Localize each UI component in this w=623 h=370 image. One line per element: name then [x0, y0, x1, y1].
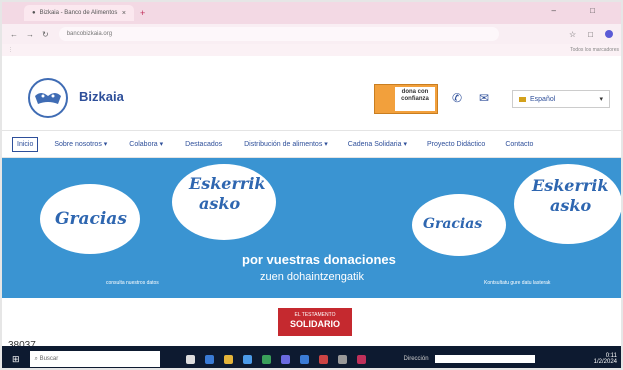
app-icon[interactable]	[204, 354, 214, 364]
nav-item-distribucion[interactable]: Distribución de alimentos ▾	[244, 140, 328, 148]
taskbar-address-label: Dirección	[403, 356, 429, 362]
windows-taskbar: ⊞ ⌕ Buscar Dirección 0:11 1/2/2024	[2, 346, 621, 368]
gracias-right-text: Gracias	[423, 216, 483, 232]
gracias-left-text: Gracias	[55, 209, 127, 229]
banner-small-right[interactable]: Kontsultatu gure datu lasterak	[484, 280, 550, 286]
app-icon[interactable]	[280, 354, 290, 364]
dohaintzengatik-text: zuen dohaintzengatik	[260, 271, 364, 283]
app-icon[interactable]	[242, 354, 252, 364]
nav-item-inicio[interactable]: Inicio	[12, 136, 39, 152]
apps-icon[interactable]: ⋮	[8, 47, 13, 53]
nav-item-proyecto-didactico[interactable]: Proyecto Didáctico	[427, 141, 485, 148]
phone-icon[interactable]: ✆	[452, 91, 462, 105]
dona-line1: dona con	[401, 89, 429, 95]
donaciones-text: por vuestras donaciones	[242, 252, 396, 267]
mail-icon[interactable]: ✉	[479, 91, 489, 105]
language-select[interactable]: Español ▾	[512, 90, 610, 108]
screenshot-frame: ● Bizkaia - Banco de Alimentos × + – □ ←…	[0, 0, 623, 370]
bookmarks-bar: ⋮ Todos los marcadores	[2, 44, 621, 56]
eskerrik-top-text: Eskerrik	[189, 174, 266, 193]
close-tab-icon[interactable]: ×	[122, 10, 126, 17]
dona-con-confianza-badge[interactable]: dona con confianza	[374, 84, 438, 114]
new-tab-button[interactable]: +	[140, 8, 145, 18]
forward-arrow-icon[interactable]: →	[26, 30, 34, 39]
nav-item-cadena-solidaria[interactable]: Cadena Solidaria ▾	[348, 140, 407, 148]
favicon-icon: ●	[32, 10, 36, 16]
browser-tab[interactable]: ● Bizkaia - Banco de Alimentos ×	[24, 5, 134, 21]
app-icon[interactable]	[261, 354, 271, 364]
clock-date: 1/2/2024	[593, 359, 617, 365]
testamento-top-text: EL TESTAMENTO	[294, 312, 336, 318]
back-arrow-icon[interactable]: ←	[10, 30, 18, 39]
asko-right-text: asko	[550, 196, 592, 215]
bizkaia-logo-icon[interactable]	[28, 78, 68, 118]
nav-item-sobre-nosotros[interactable]: Sobre nosotros ▾	[54, 140, 107, 148]
browser-tabbar: ● Bizkaia - Banco de Alimentos × + – □	[2, 2, 621, 24]
nav-item-colabora[interactable]: Colabora ▾	[129, 140, 163, 148]
banner-small-left[interactable]: consulta nuestros datos	[106, 280, 159, 286]
language-value: Español	[530, 95, 556, 103]
app-icon[interactable]	[337, 354, 347, 364]
browser-app-icon[interactable]	[356, 354, 366, 364]
hero-banner[interactable]: Gracias Eskerrik asko Gracias Eskerrik a…	[2, 158, 621, 298]
nav-item-contacto[interactable]: Contacto	[505, 141, 533, 148]
content-area: EL TESTAMENTO SOLIDARIO 38037	[2, 298, 621, 354]
extension-icon[interactable]: □	[588, 30, 593, 39]
profile-avatar-icon[interactable]	[605, 29, 613, 38]
tab-title: Bizkaia - Banco de Alimentos	[39, 10, 118, 16]
star-icon[interactable]: ☆	[569, 30, 576, 39]
toolbar-icons: ☆ □	[569, 29, 613, 39]
address-bar-row: ← → ↻ bancobizkaia.org ☆ □	[2, 24, 621, 44]
testamento-main-text: SOLIDARIO	[289, 319, 340, 329]
folder-icon[interactable]	[223, 354, 233, 364]
task-view-icon[interactable]	[185, 354, 195, 364]
window-controls[interactable]: – □	[551, 6, 611, 15]
dona-line2: confianza	[401, 96, 429, 102]
taskbar-search-input[interactable]: ⌕ Buscar	[29, 351, 160, 367]
app-icon[interactable]	[318, 354, 328, 364]
all-bookmarks-label[interactable]: Todos los marcadores	[570, 47, 619, 53]
taskbar-address-input[interactable]	[434, 355, 535, 363]
main-navigation: Inicio Sobre nosotros ▾ Colabora ▾ Desta…	[2, 130, 621, 158]
site-header: Bizkaia dona con confianza ✆ ✉ Español ▾	[2, 56, 621, 130]
asko-top-text: asko	[199, 194, 241, 213]
windows-start-icon[interactable]: ⊞	[12, 354, 20, 365]
nav-item-destacados[interactable]: Destacados	[185, 141, 222, 148]
chevron-down-icon: ▾	[599, 96, 603, 103]
url-input[interactable]: bancobizkaia.org	[58, 27, 499, 41]
flag-icon	[519, 96, 526, 102]
reload-icon[interactable]: ↻	[42, 30, 49, 39]
taskbar-clock[interactable]: 0:11 1/2/2024	[594, 353, 617, 365]
eskerrik-right-text: Eskerrik	[532, 176, 609, 195]
testamento-solidario-badge[interactable]: EL TESTAMENTO SOLIDARIO	[278, 308, 352, 336]
brand-name[interactable]: Bizkaia	[79, 89, 124, 104]
url-text: bancobizkaia.org	[66, 31, 113, 37]
taskbar-search-text: Buscar	[39, 356, 59, 362]
app-icon[interactable]	[299, 354, 309, 364]
taskbar-apps	[185, 354, 366, 364]
